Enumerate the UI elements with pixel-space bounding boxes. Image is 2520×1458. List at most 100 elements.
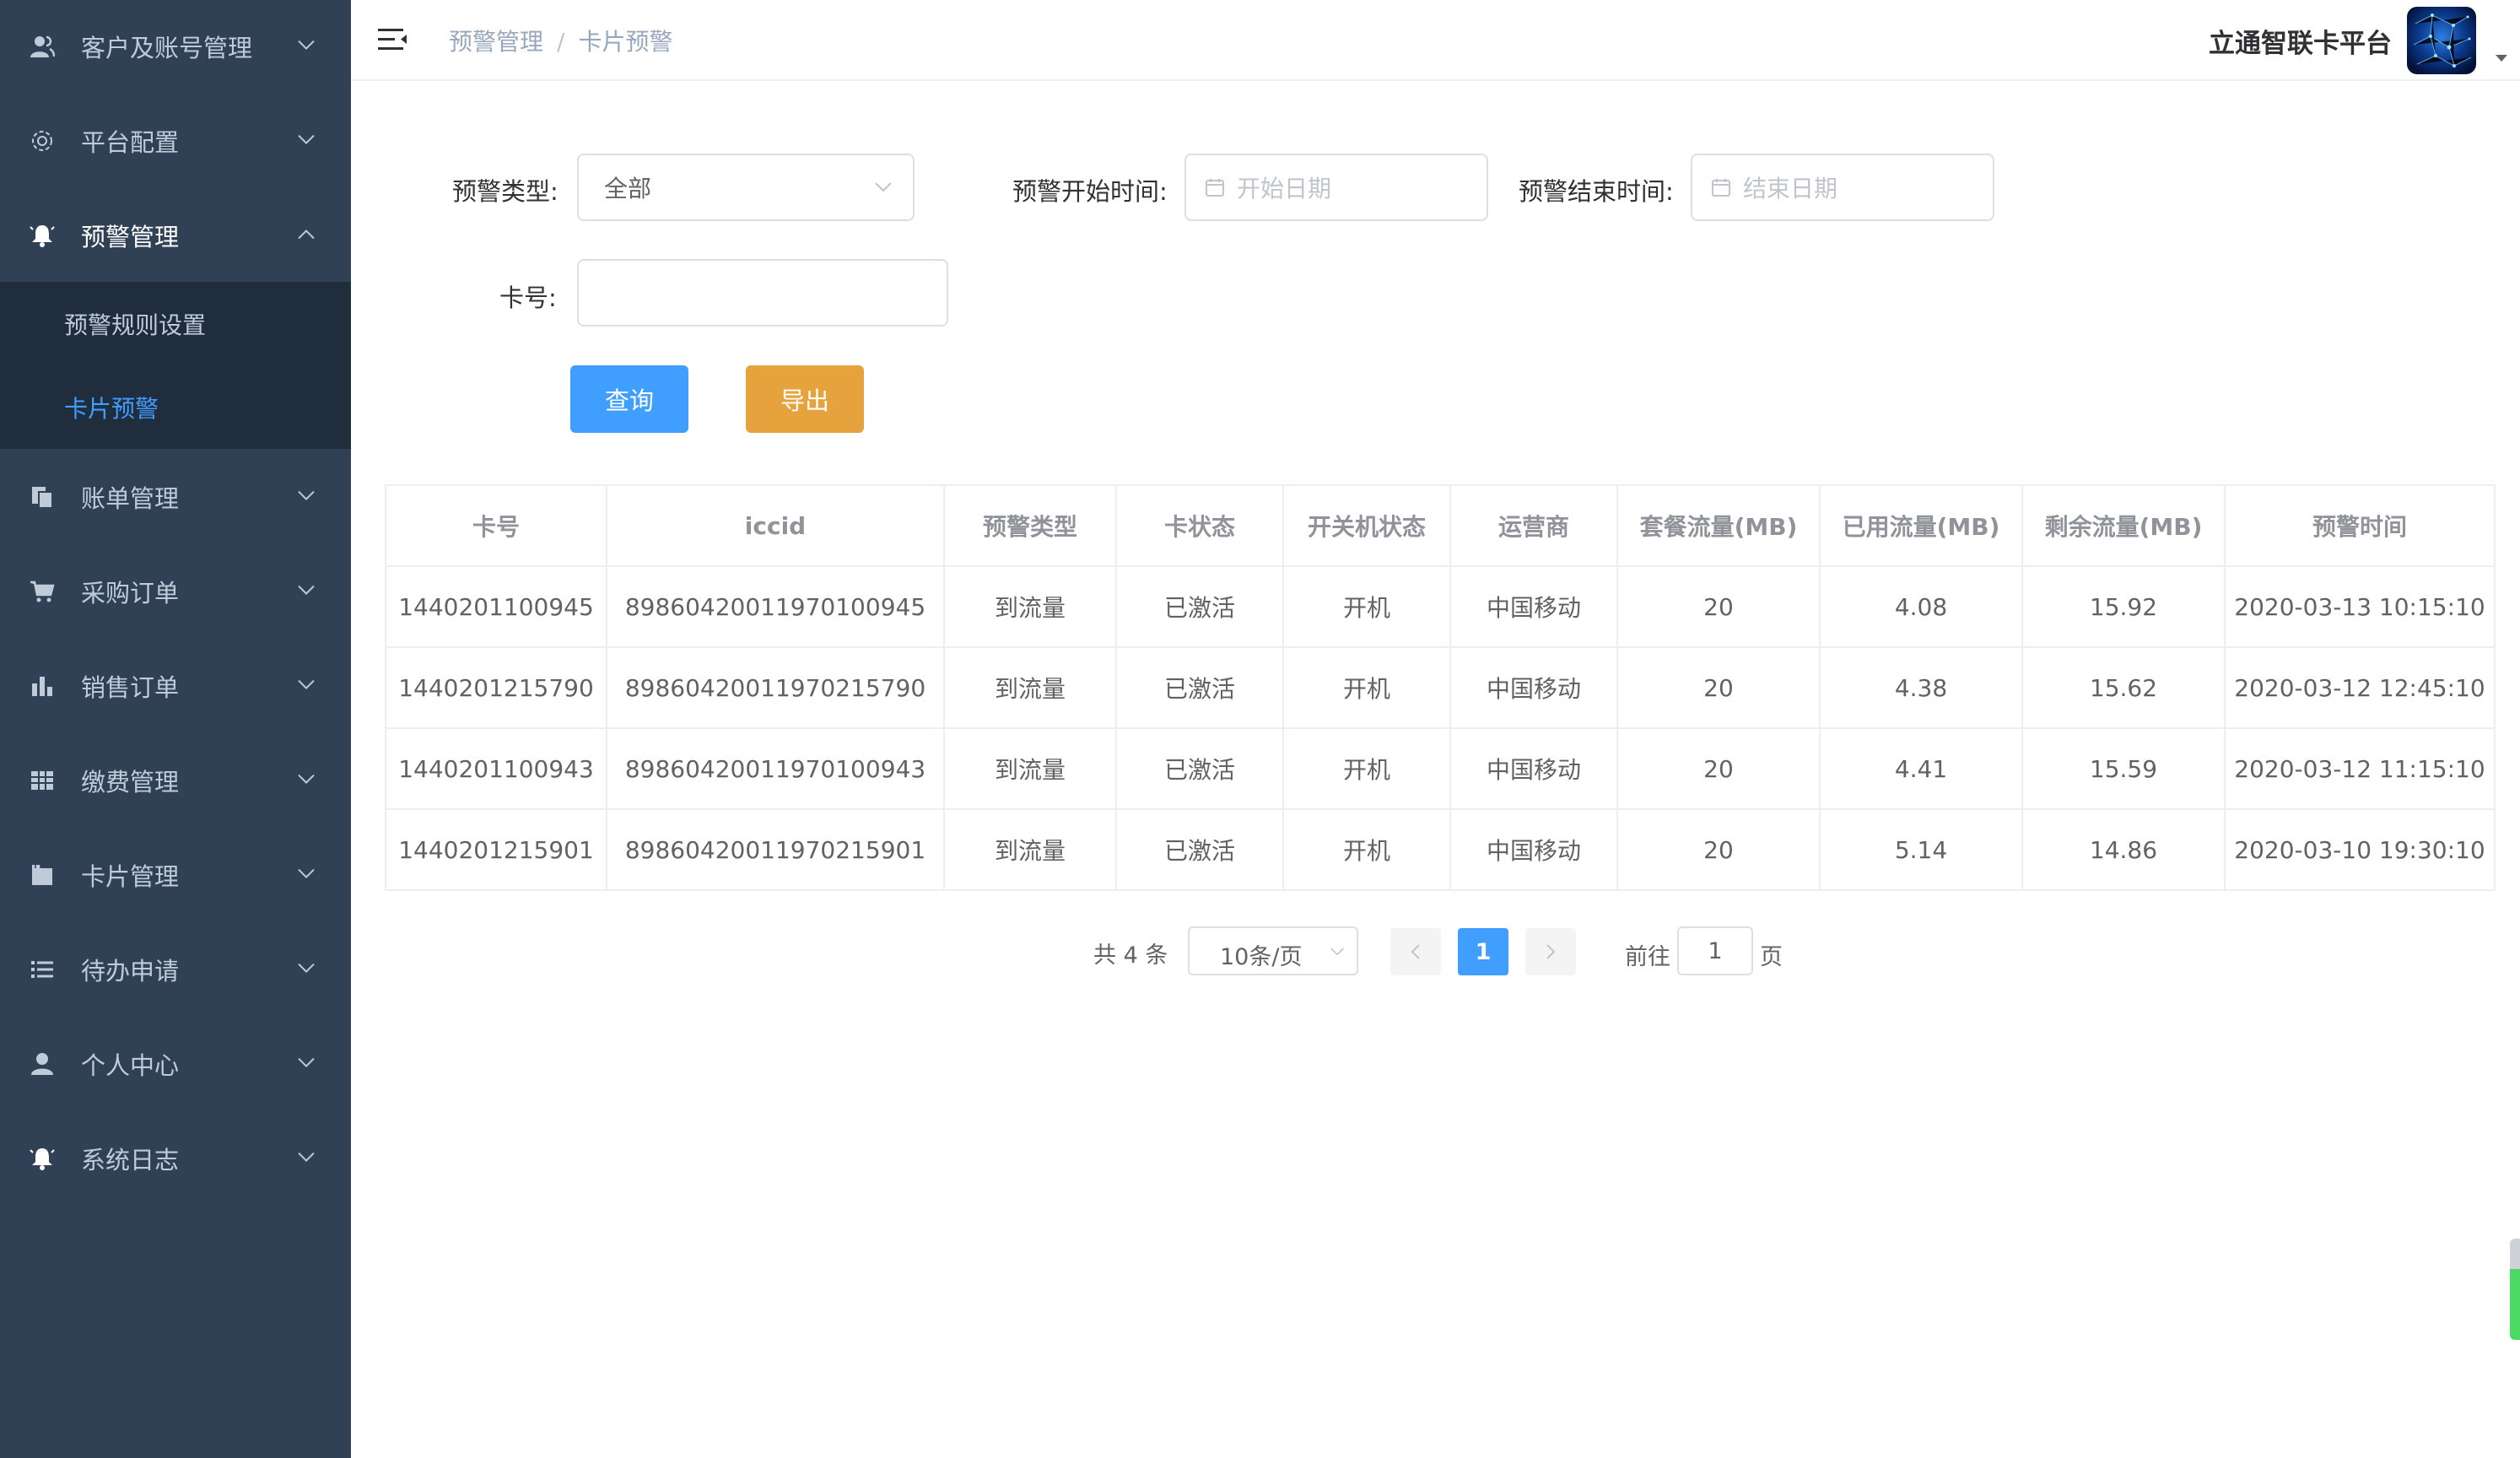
chevron-down-icon xyxy=(298,1152,315,1163)
table-cell: 2020-03-12 12:45:10 xyxy=(2224,646,2496,729)
end-date-input[interactable]: 结束日期 xyxy=(1691,154,1994,221)
card-number-label: 卡号: xyxy=(499,284,557,312)
sidebar-item-alert-management[interactable]: 预警管理 xyxy=(0,189,351,282)
table-cell: 1440201215790 xyxy=(385,646,607,729)
person-icon xyxy=(29,1050,56,1077)
start-date-input[interactable]: 开始日期 xyxy=(1184,154,1488,221)
table-cell: 15.62 xyxy=(2021,646,2226,729)
table-cell: 开机 xyxy=(1282,646,1451,729)
alert-type-label: 预警类型: xyxy=(452,177,559,206)
table-cell: 89860420011970215790 xyxy=(606,646,945,729)
table-header-row: 卡号 iccid 预警类型 卡状态 开关机状态 运营商 套餐流量(MB) 已用流… xyxy=(385,484,2496,567)
alert-end-time-label: 预警结束时间: xyxy=(1519,177,1674,206)
alert-start-time-label: 预警开始时间: xyxy=(1012,177,1168,206)
table-cell: 中国移动 xyxy=(1449,808,1618,891)
chevron-left-icon xyxy=(1411,944,1420,959)
calendar-icon xyxy=(1712,179,1730,197)
table-cell: 到流量 xyxy=(943,808,1117,891)
table-cell: 1440201100943 xyxy=(385,727,607,810)
goto-page-input[interactable]: 1 xyxy=(1677,926,1753,975)
table-cell: 已激活 xyxy=(1115,727,1284,810)
table-cell: 89860420011970100945 xyxy=(606,565,945,648)
sidebar-item-label: 预警管理 xyxy=(81,223,180,251)
page-size-value: 10条/页 xyxy=(1220,944,1303,970)
breadcrumb: 预警管理 / 卡片预警 xyxy=(449,24,672,57)
prev-page-button[interactable] xyxy=(1390,928,1441,975)
bell-icon xyxy=(29,1145,56,1172)
export-button[interactable]: 导出 xyxy=(746,365,864,433)
table-cell: 2020-03-12 11:15:10 xyxy=(2224,727,2496,810)
table-row: 1440201100943 89860420011970100943 到流量 已… xyxy=(385,727,2496,810)
sidebar-item-label: 个人中心 xyxy=(81,1051,180,1080)
cart-icon xyxy=(29,578,56,605)
column-header: 运营商 xyxy=(1449,484,1618,567)
sidebar-item-system-log[interactable]: 系统日志 xyxy=(0,1112,351,1205)
chevron-down-icon xyxy=(875,182,892,192)
sidebar-item-billing[interactable]: 账单管理 xyxy=(0,451,351,543)
column-header: 卡号 xyxy=(385,484,607,567)
sidebar-subitem-label: 预警规则设置 xyxy=(64,310,207,339)
breadcrumb-separator: / xyxy=(557,28,565,56)
sidebar-item-label: 缴费管理 xyxy=(81,768,180,796)
sidebar-item-label: 销售订单 xyxy=(81,673,180,702)
alert-submenu: 预警规则设置 卡片预警 xyxy=(0,282,351,449)
table-cell: 15.92 xyxy=(2021,565,2226,648)
chevron-down-icon xyxy=(298,585,315,596)
table-row: 1440201215901 89860420011970215901 到流量 已… xyxy=(385,808,2496,891)
sidebar-item-customers[interactable]: 客户及账号管理 xyxy=(0,0,351,93)
sidebar-item-personal-center[interactable]: 个人中心 xyxy=(0,1018,351,1110)
sidebar-item-purchase-orders[interactable]: 采购订单 xyxy=(0,545,351,638)
table-cell: 15.59 xyxy=(2021,727,2226,810)
table-cell: 2020-03-13 10:15:10 xyxy=(2224,565,2496,648)
breadcrumb-item: 卡片预警 xyxy=(578,28,673,56)
sidebar-item-label: 账单管理 xyxy=(81,484,180,513)
goto-page-value: 1 xyxy=(1708,938,1723,964)
page-size-select[interactable]: 10条/页 xyxy=(1188,926,1358,975)
chevron-right-icon xyxy=(1546,944,1556,959)
user-group-icon xyxy=(29,33,56,60)
table-cell: 中国移动 xyxy=(1449,565,1618,648)
table-cell: 2020-03-10 19:30:10 xyxy=(2224,808,2496,891)
scrollbar-thumb[interactable] xyxy=(2510,1239,2520,1340)
page-number-button[interactable]: 1 xyxy=(1458,928,1508,975)
next-page-button[interactable] xyxy=(1525,928,1576,975)
column-header: 预警时间 xyxy=(2224,484,2496,567)
sidebar: 客户及账号管理 平台配置 预警管理 预警规则设置 卡片预警 账单管理 采购订单 … xyxy=(0,0,351,1458)
column-header: 预警类型 xyxy=(943,484,1117,567)
chevron-down-icon xyxy=(298,134,315,145)
sidebar-subitem-alert-rules[interactable]: 预警规则设置 xyxy=(0,282,351,365)
alert-type-value: 全部 xyxy=(604,175,652,202)
table-cell: 4.38 xyxy=(1819,646,2023,729)
query-button[interactable]: 查询 xyxy=(570,365,688,433)
pagination-total: 共 4 条 xyxy=(1093,942,1168,969)
breadcrumb-item[interactable]: 预警管理 xyxy=(449,28,543,56)
sidebar-item-payments[interactable]: 缴费管理 xyxy=(0,734,351,827)
sidebar-item-label: 采购订单 xyxy=(81,579,180,608)
chevron-down-icon xyxy=(298,774,315,785)
table-cell: 20 xyxy=(1616,565,1821,648)
column-header: 套餐流量(MB) xyxy=(1616,484,1821,567)
avatar[interactable] xyxy=(2407,7,2476,74)
caret-down-icon[interactable] xyxy=(2495,54,2508,62)
sidebar-item-pending-requests[interactable]: 待办申请 xyxy=(0,923,351,1016)
table-cell: 中国移动 xyxy=(1449,727,1618,810)
alert-type-select[interactable]: 全部 xyxy=(577,154,915,221)
card-number-input[interactable] xyxy=(577,259,948,327)
sidebar-item-label: 系统日志 xyxy=(81,1146,180,1174)
sidebar-item-sales-orders[interactable]: 销售订单 xyxy=(0,640,351,732)
hamburger-icon[interactable] xyxy=(378,25,408,54)
table-cell: 到流量 xyxy=(943,646,1117,729)
chevron-down-icon xyxy=(298,963,315,974)
column-header: iccid xyxy=(606,484,945,567)
grid-icon xyxy=(29,767,56,794)
sidebar-item-label: 待办申请 xyxy=(81,957,180,986)
sidebar-item-platform-config[interactable]: 平台配置 xyxy=(0,94,351,187)
bell-icon xyxy=(29,222,56,249)
table-cell: 14.86 xyxy=(2021,808,2226,891)
column-header: 已用流量(MB) xyxy=(1819,484,2023,567)
sidebar-item-card-management[interactable]: 卡片管理 xyxy=(0,829,351,921)
table-cell: 中国移动 xyxy=(1449,646,1618,729)
sidebar-subitem-card-alert[interactable]: 卡片预警 xyxy=(0,365,351,449)
start-date-placeholder: 开始日期 xyxy=(1237,175,1332,202)
table-cell: 到流量 xyxy=(943,565,1117,648)
